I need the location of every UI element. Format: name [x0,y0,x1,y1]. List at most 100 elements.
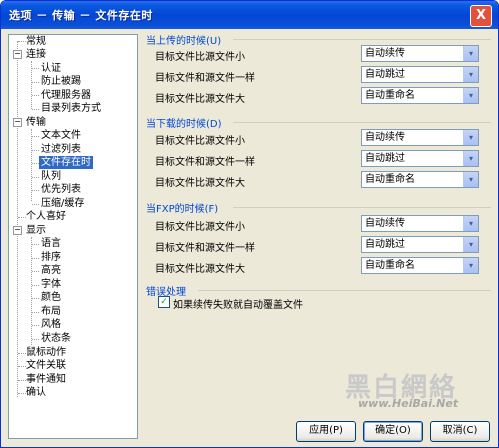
section-divider [198,290,491,291]
tree-line [32,298,39,299]
tree-line [32,258,39,259]
select-value: 自动续传 [365,132,405,143]
apply-button[interactable]: 应用(P) [296,421,356,442]
download-smaller-select[interactable]: 自动续传 ▾ [361,129,479,146]
download-same-label: 目标文件和源文件一样 [155,157,255,168]
download-section-title: 当下载的时候(D) [146,119,222,130]
tree-item-layout[interactable]: 布局 [39,305,63,318]
tree-line [32,312,39,313]
section-divider [233,122,491,123]
tree-item-filter-list[interactable]: 过滤列表 [39,143,83,156]
chevron-down-icon[interactable]: ▾ [463,216,478,231]
upload-larger-label: 目标文件比源文件大 [155,94,245,105]
ok-button[interactable]: 确定(O) [363,421,423,442]
expand-display-icon[interactable]: − [13,226,22,235]
select-value: 自动重命名 [365,90,415,101]
tree-line [32,163,39,164]
select-value: 自动跳过 [365,153,405,164]
tree-item-language[interactable]: 语言 [39,237,63,250]
chevron-down-icon[interactable]: ▾ [463,151,478,166]
tree-line [32,82,39,83]
chevron-down-icon[interactable]: ▾ [463,258,478,273]
tree-item-file-assoc[interactable]: 文件关联 [24,359,68,372]
tree-item-display[interactable]: 显示 [24,224,48,237]
tree-line [32,190,39,191]
fxp-section-title: 当FXP的时候(F) [146,204,219,215]
upload-section-title: 当上传的时候(U) [146,36,222,47]
tree-item-event-notify[interactable]: 事件通知 [24,373,68,386]
tree-line [32,204,39,205]
tree-item-font[interactable]: 字体 [39,278,63,291]
tree-item-colors[interactable]: 颜色 [39,291,63,304]
tree-item-highlight[interactable]: 高亮 [39,264,63,277]
tree-item-file-exists[interactable]: 文件存在时 [39,156,93,169]
tree-line [32,285,39,286]
tree-line [32,339,39,340]
download-same-select[interactable]: 自动跳过 ▾ [361,150,479,167]
tree-item-status-bar[interactable]: 状态条 [39,332,73,345]
upload-same-label: 目标文件和源文件一样 [155,73,255,84]
tree-item-anti-kick[interactable]: 防止被踢 [39,75,83,88]
fxp-larger-select[interactable]: 自动重命名 ▾ [361,257,479,274]
tree-item-proxy[interactable]: 代理服务器 [39,89,93,102]
tree-item-preferences[interactable]: 个人喜好 [24,210,68,223]
section-divider [233,207,491,208]
chevron-down-icon[interactable]: ▾ [463,88,478,103]
download-larger-select[interactable]: 自动重命名 ▾ [361,171,479,188]
chevron-down-icon[interactable]: ▾ [463,172,478,187]
select-value: 自动重命名 [365,174,415,185]
upload-larger-select[interactable]: 自动重命名 ▾ [361,87,479,104]
auto-overwrite-label[interactable]: 如果续传失败就自动覆盖文件 [173,296,303,311]
upload-smaller-select[interactable]: 自动续传 ▾ [361,45,479,62]
tree-item-dir-listing[interactable]: 目录列表方式 [39,102,103,115]
tree-line [32,136,39,137]
chevron-down-icon[interactable]: ▾ [463,67,478,82]
expand-connection-icon[interactable]: − [13,50,22,59]
tree-item-confirm[interactable]: 确认 [24,386,48,399]
expand-transfer-icon[interactable]: − [13,118,22,127]
tree-item-compress-cache[interactable]: 压缩/缓存 [39,197,86,210]
tree-item-sorting[interactable]: 排序 [39,251,63,264]
chevron-down-icon[interactable]: ▾ [463,46,478,61]
tree-item-priority-list[interactable]: 优先列表 [39,183,83,196]
cancel-button[interactable]: 取消(C) [430,421,490,442]
select-value: 自动重命名 [365,260,415,271]
window-title: 选项 － 传输 － 文件存在时 [9,9,153,22]
tree-line [17,41,18,397]
tree-item-queue[interactable]: 队列 [39,170,63,183]
tree-item-auth[interactable]: 认证 [39,62,63,75]
tree-item-transfer[interactable]: 传输 [24,116,48,129]
tree-item-connection[interactable]: 连接 [24,48,48,61]
download-larger-label: 目标文件比源文件大 [155,178,245,189]
section-divider [233,39,491,40]
fxp-smaller-label: 目标文件比源文件小 [155,222,245,233]
tree-line [32,271,39,272]
tree-line [32,109,39,110]
fxp-larger-label: 目标文件比源文件大 [155,264,245,275]
select-value: 自动续传 [365,48,405,59]
options-tree[interactable]: − − − 常规 连接 认证 防止被踢 代理服务器 目录列表方式 传输 文本文件… [8,34,138,439]
chevron-down-icon[interactable]: ▾ [463,237,478,252]
tree-line [32,150,39,151]
tree-item-text-files[interactable]: 文本文件 [39,129,83,142]
tree-line [31,237,32,345]
download-smaller-label: 目标文件比源文件小 [155,136,245,147]
select-value: 自动续传 [365,218,405,229]
chevron-down-icon[interactable]: ▾ [463,130,478,145]
title-bar[interactable]: 选项 － 传输 － 文件存在时 X [1,1,498,29]
close-button[interactable]: X [470,5,492,27]
tree-line [32,325,39,326]
tree-line [32,177,39,178]
tree-item-general[interactable]: 常规 [24,35,48,48]
tree-item-mouse-actions[interactable]: 鼠标动作 [24,346,68,359]
fxp-same-label: 目标文件和源文件一样 [155,243,255,254]
upload-same-select[interactable]: 自动跳过 ▾ [361,66,479,83]
fxp-same-select[interactable]: 自动跳过 ▾ [361,236,479,253]
auto-overwrite-checkbox[interactable]: ✓ [158,296,170,308]
select-value: 自动跳过 [365,69,405,80]
tree-line [32,68,39,69]
upload-smaller-label: 目标文件比源文件小 [155,52,245,63]
tree-item-style[interactable]: 风格 [39,318,63,331]
watermark-url: www.HeiBai.Net [358,397,459,410]
fxp-smaller-select[interactable]: 自动续传 ▾ [361,215,479,232]
